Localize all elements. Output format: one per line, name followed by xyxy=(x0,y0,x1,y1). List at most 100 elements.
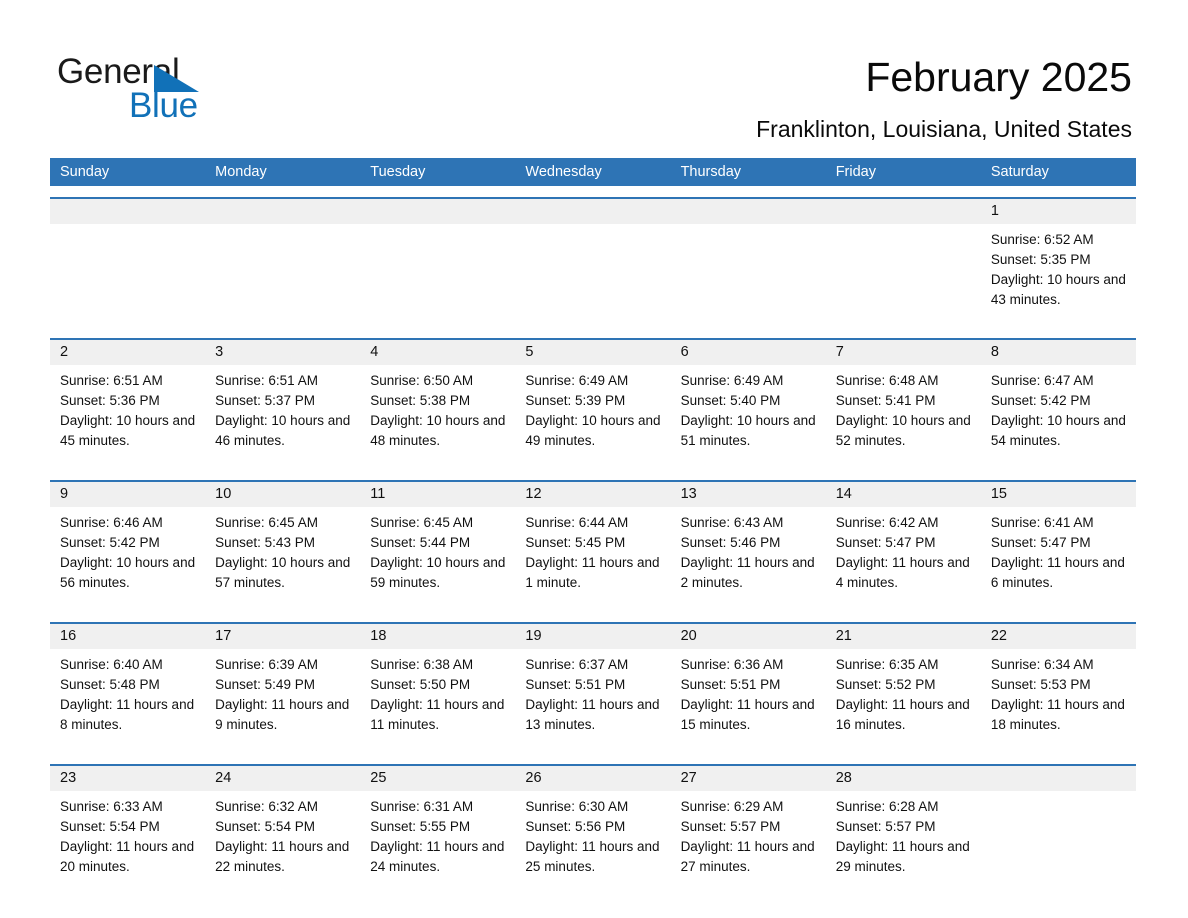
day-cell[interactable] xyxy=(671,224,826,327)
day-cell[interactable]: Sunrise: 6:48 AM Sunset: 5:41 PM Dayligh… xyxy=(826,365,981,469)
day-cell[interactable]: Sunrise: 6:51 AM Sunset: 5:36 PM Dayligh… xyxy=(50,365,205,469)
day-number[interactable]: 18 xyxy=(360,624,515,649)
day-number[interactable] xyxy=(671,199,826,224)
day-cell[interactable]: Sunrise: 6:34 AM Sunset: 5:53 PM Dayligh… xyxy=(981,649,1136,753)
day-cell[interactable] xyxy=(205,224,360,327)
day-cell[interactable]: Sunrise: 6:35 AM Sunset: 5:52 PM Dayligh… xyxy=(826,649,981,753)
day-number[interactable]: 8 xyxy=(981,340,1136,365)
day-number[interactable]: 24 xyxy=(205,766,360,791)
weekday-header-monday: Monday xyxy=(215,164,267,180)
week-row: 16 17 18 19 20 21 22 Sunrise: 6:40 AM Su… xyxy=(50,622,1136,753)
day-cell[interactable]: Sunrise: 6:49 AM Sunset: 5:39 PM Dayligh… xyxy=(515,365,670,469)
sunrise-text: Sunrise: 6:37 AM xyxy=(525,657,629,672)
day-number[interactable]: 4 xyxy=(360,340,515,365)
daylight-text: Daylight: 11 hours and 24 minutes. xyxy=(370,839,505,874)
weekday-header-row: Sunday Monday Tuesday Wednesday Thursday… xyxy=(50,158,1136,186)
day-number[interactable] xyxy=(360,199,515,224)
day-number[interactable]: 16 xyxy=(50,624,205,649)
sunrise-text: Sunrise: 6:32 AM xyxy=(215,799,318,814)
day-cell[interactable]: Sunrise: 6:33 AM Sunset: 5:54 PM Dayligh… xyxy=(50,791,205,895)
day-number[interactable] xyxy=(826,199,981,224)
daylight-text: Daylight: 11 hours and 15 minutes. xyxy=(680,697,815,732)
logo-text-blue: Blue xyxy=(129,86,198,125)
day-number[interactable]: 10 xyxy=(205,482,360,507)
day-number[interactable] xyxy=(205,199,360,224)
day-cell[interactable]: Sunrise: 6:45 AM Sunset: 5:44 PM Dayligh… xyxy=(360,507,515,611)
day-cell[interactable]: Sunrise: 6:51 AM Sunset: 5:37 PM Dayligh… xyxy=(205,365,360,469)
daylight-text: Daylight: 11 hours and 27 minutes. xyxy=(680,839,815,874)
sunset-text: Sunset: 5:44 PM xyxy=(370,535,471,550)
day-number[interactable] xyxy=(981,766,1136,791)
sunset-text: Sunset: 5:47 PM xyxy=(835,535,936,550)
sunset-text: Sunset: 5:43 PM xyxy=(215,535,315,550)
day-cell[interactable]: Sunrise: 6:36 AM Sunset: 5:51 PM Dayligh… xyxy=(671,649,826,753)
general-blue-logo[interactable]: General Blue xyxy=(57,52,317,125)
week-row: 23 24 25 26 27 28 Sunrise: 6:33 AM Sunse… xyxy=(50,764,1136,895)
day-cell[interactable]: Sunrise: 6:45 AM Sunset: 5:43 PM Dayligh… xyxy=(205,507,360,611)
day-cell[interactable]: Sunrise: 6:31 AM Sunset: 5:55 PM Dayligh… xyxy=(360,791,515,895)
day-number[interactable]: 11 xyxy=(360,482,515,507)
day-number[interactable]: 3 xyxy=(205,340,360,365)
sunrise-text: Sunrise: 6:30 AM xyxy=(525,799,629,814)
day-cell[interactable]: Sunrise: 6:29 AM Sunset: 5:57 PM Dayligh… xyxy=(671,791,826,895)
day-number[interactable]: 13 xyxy=(671,482,826,507)
sunrise-text: Sunrise: 6:34 AM xyxy=(990,657,1094,672)
day-number[interactable]: 7 xyxy=(826,340,981,365)
day-cell[interactable]: Sunrise: 6:50 AM Sunset: 5:38 PM Dayligh… xyxy=(360,365,515,469)
day-number[interactable]: 27 xyxy=(671,766,826,791)
week-info-band: Sunrise: 6:52 AM Sunset: 5:35 PM Dayligh… xyxy=(50,224,1136,327)
day-number[interactable]: 2 xyxy=(50,340,205,365)
sunrise-text: Sunrise: 6:44 AM xyxy=(525,515,629,530)
day-cell[interactable]: Sunrise: 6:40 AM Sunset: 5:48 PM Dayligh… xyxy=(50,649,205,753)
day-cell[interactable]: Sunrise: 6:46 AM Sunset: 5:42 PM Dayligh… xyxy=(50,507,205,611)
day-number[interactable]: 25 xyxy=(360,766,515,791)
day-cell[interactable]: Sunrise: 6:30 AM Sunset: 5:56 PM Dayligh… xyxy=(515,791,670,895)
day-number[interactable]: 23 xyxy=(50,766,205,791)
sunset-text: Sunset: 5:42 PM xyxy=(990,393,1091,408)
day-number[interactable] xyxy=(50,199,205,224)
day-number[interactable]: 19 xyxy=(515,624,670,649)
page-header: General Blue February 2025 Franklinton, … xyxy=(0,0,1188,158)
day-number[interactable]: 22 xyxy=(981,624,1136,649)
daylight-text: Daylight: 11 hours and 25 minutes. xyxy=(525,839,660,874)
day-cell[interactable]: Sunrise: 6:44 AM Sunset: 5:45 PM Dayligh… xyxy=(515,507,670,611)
day-number[interactable]: 15 xyxy=(981,482,1136,507)
daylight-text: Daylight: 11 hours and 1 minute. xyxy=(525,555,660,590)
sunset-text: Sunset: 5:55 PM xyxy=(370,819,471,834)
day-cell[interactable] xyxy=(50,224,205,327)
day-cell[interactable]: Sunrise: 6:32 AM Sunset: 5:54 PM Dayligh… xyxy=(205,791,360,895)
day-cell[interactable] xyxy=(515,224,670,327)
day-cell[interactable]: Sunrise: 6:47 AM Sunset: 5:42 PM Dayligh… xyxy=(981,365,1136,469)
day-cell[interactable]: Sunrise: 6:42 AM Sunset: 5:47 PM Dayligh… xyxy=(826,507,981,611)
day-cell[interactable] xyxy=(981,791,1136,895)
day-cell[interactable]: Sunrise: 6:37 AM Sunset: 5:51 PM Dayligh… xyxy=(515,649,670,753)
week-daynumber-band: 2 3 4 5 6 7 8 xyxy=(50,340,1136,365)
day-number[interactable]: 9 xyxy=(50,482,205,507)
day-cell[interactable] xyxy=(360,224,515,327)
day-number[interactable]: 28 xyxy=(826,766,981,791)
day-number[interactable]: 12 xyxy=(515,482,670,507)
day-number[interactable]: 14 xyxy=(826,482,981,507)
day-cell[interactable]: Sunrise: 6:39 AM Sunset: 5:49 PM Dayligh… xyxy=(205,649,360,753)
week-row: 1 Sunrise: 6:52 AM Sunset: 5:35 PM Dayli… xyxy=(50,197,1136,327)
day-number[interactable]: 1 xyxy=(981,199,1136,224)
week-daynumber-band: 16 17 18 19 20 21 22 xyxy=(50,624,1136,649)
page-title: February 2025 xyxy=(865,54,1132,100)
day-number[interactable]: 21 xyxy=(826,624,981,649)
day-cell[interactable]: Sunrise: 6:52 AM Sunset: 5:35 PM Dayligh… xyxy=(981,224,1136,327)
day-cell[interactable] xyxy=(826,224,981,327)
day-number[interactable]: 6 xyxy=(671,340,826,365)
day-cell[interactable]: Sunrise: 6:38 AM Sunset: 5:50 PM Dayligh… xyxy=(360,649,515,753)
day-cell[interactable]: Sunrise: 6:43 AM Sunset: 5:46 PM Dayligh… xyxy=(671,507,826,611)
sunset-text: Sunset: 5:56 PM xyxy=(525,819,626,834)
day-cell[interactable]: Sunrise: 6:28 AM Sunset: 5:57 PM Dayligh… xyxy=(826,791,981,895)
day-number[interactable]: 26 xyxy=(515,766,670,791)
day-number[interactable] xyxy=(515,199,670,224)
daylight-text: Daylight: 11 hours and 9 minutes. xyxy=(215,697,350,732)
sunrise-text: Sunrise: 6:38 AM xyxy=(370,657,474,672)
day-number[interactable]: 17 xyxy=(205,624,360,649)
day-cell[interactable]: Sunrise: 6:41 AM Sunset: 5:47 PM Dayligh… xyxy=(981,507,1136,611)
day-number[interactable]: 20 xyxy=(671,624,826,649)
day-number[interactable]: 5 xyxy=(515,340,670,365)
day-cell[interactable]: Sunrise: 6:49 AM Sunset: 5:40 PM Dayligh… xyxy=(671,365,826,469)
